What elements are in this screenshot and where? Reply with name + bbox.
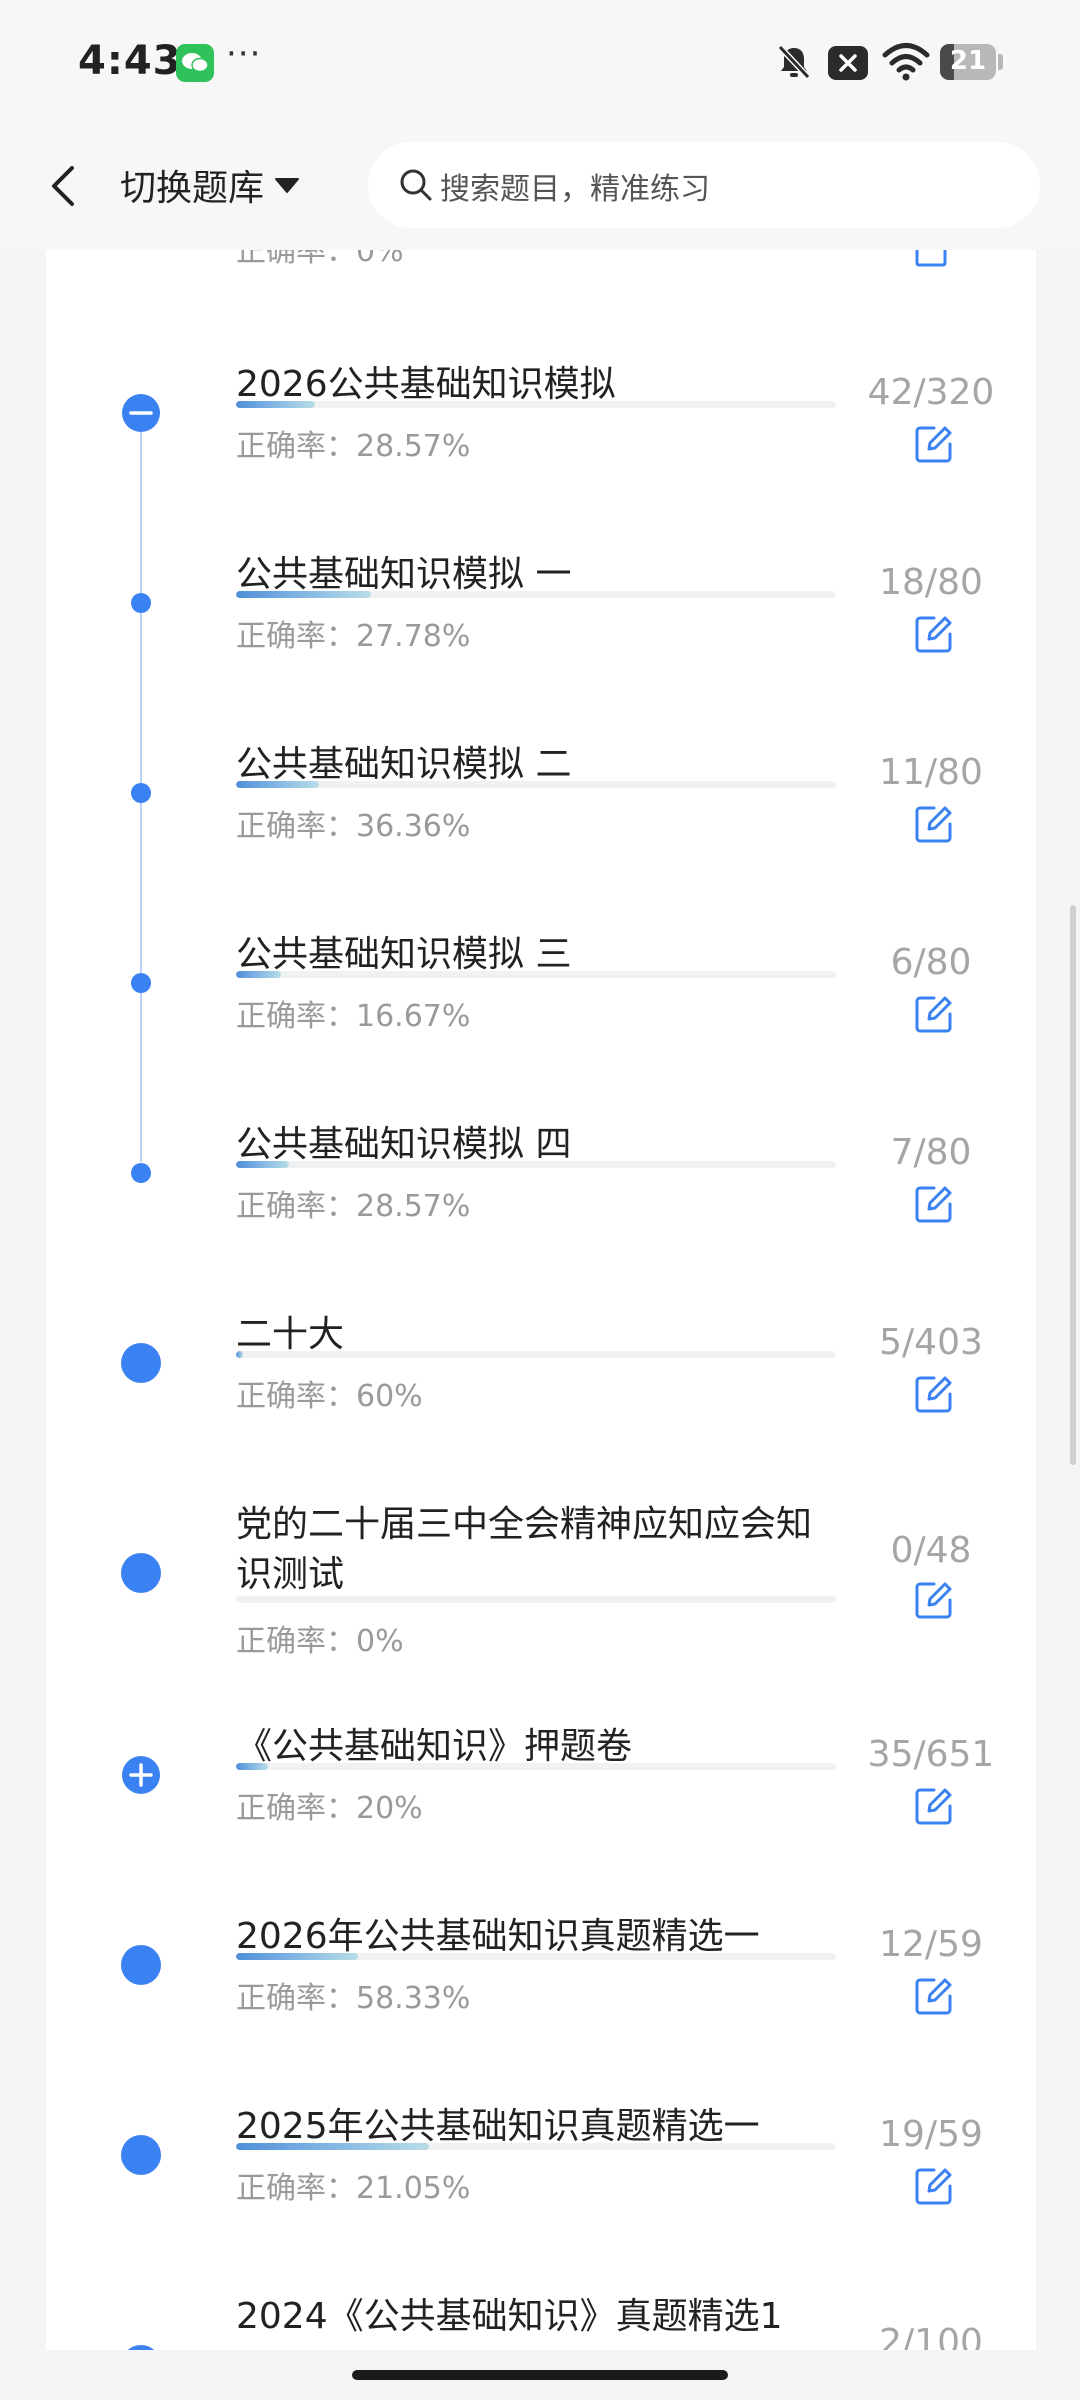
- progress-fill: [236, 781, 319, 788]
- question-bank-list: 正确率：0% 2026公共基础知识模拟 正确率：28.57% 42/320 公共基础知…: [46, 250, 1036, 2350]
- edit-icon[interactable]: [914, 1580, 954, 1620]
- back-arrow-icon: [52, 166, 74, 206]
- item-accuracy: 正确率：28.57%: [236, 429, 471, 464]
- list-item[interactable]: 2026年公共基础知识真题精选一 正确率：58.33% 12/59: [46, 1902, 1036, 2092]
- list-item[interactable]: 公共基础知识模拟 三正确率：16.67% 6/80: [46, 920, 1036, 1110]
- item-count: 12/59: [879, 1924, 983, 1965]
- search-icon: [400, 169, 432, 201]
- item-count: 6/80: [890, 942, 972, 983]
- list-item[interactable]: 公共基础知识模拟 二正确率：36.36% 11/80: [46, 730, 1036, 920]
- item-accuracy: 正确率：16.67%: [236, 999, 471, 1034]
- battery-tip: [998, 54, 1003, 70]
- progress-fill: [236, 1953, 358, 1960]
- progress-fill: [236, 1351, 244, 1358]
- progress-track: [236, 1351, 836, 1358]
- progress-track: [236, 591, 836, 598]
- progress-fill: [236, 971, 281, 978]
- item-title: 党的二十届三中全会精神应知应会知识测试: [236, 1504, 813, 1595]
- switch-question-bank-button[interactable]: 切换题库: [120, 160, 300, 210]
- more-notifications-indicator: ···: [226, 34, 262, 74]
- list-item[interactable]: 公共基础知识模拟 四正确率：28.57% 7/80: [46, 1110, 1036, 1300]
- item-accuracy: 正确率：60%: [236, 1379, 423, 1414]
- item-count: 35/651: [867, 1734, 995, 1775]
- edit-icon[interactable]: [914, 1976, 954, 2016]
- header-bar: 切换题库 搜索题目，精准练习: [0, 120, 1080, 250]
- edit-icon[interactable]: [914, 424, 954, 464]
- search-placeholder: 搜索题目，精准练习: [440, 172, 710, 207]
- list-item[interactable]: 《公共基础知识》押题卷 正确率：20% 35/651: [46, 1712, 1036, 1902]
- item-count: 42/320: [867, 372, 995, 413]
- list-item[interactable]: 公共基础知识模拟 一正确率：27.78% 18/80: [46, 540, 1036, 730]
- edit-icon[interactable]: [914, 1374, 954, 1414]
- timeline-dot: [131, 593, 151, 613]
- item-accuracy: 正确率：0%: [236, 1624, 404, 1659]
- edit-icon[interactable]: [914, 1786, 954, 1826]
- progress-track: [236, 401, 836, 408]
- bell-muted-icon: [774, 42, 814, 86]
- item-dot: [121, 1343, 161, 1383]
- timeline-dot: [131, 973, 151, 993]
- item-accuracy: 正确率：21.05%: [236, 2171, 471, 2206]
- progress-track: [236, 1596, 836, 1603]
- partial-item-accuracy: 正确率：0%: [236, 250, 404, 269]
- edit-icon[interactable]: [914, 1184, 954, 1224]
- progress-fill: [236, 1161, 289, 1168]
- battery-level: 21: [949, 46, 987, 76]
- timeline-dot: [131, 783, 151, 803]
- battery-icon: 21: [940, 44, 996, 80]
- progress-track: [236, 781, 836, 788]
- list-item[interactable]: 党的二十届三中全会精神应知应会知识测试正确率：0% 0/48: [46, 1490, 1036, 1712]
- back-button[interactable]: [40, 158, 90, 214]
- edit-icon[interactable]: [914, 614, 954, 654]
- timeline-dot: [131, 1163, 151, 1183]
- edit-icon[interactable]: [914, 250, 954, 268]
- item-count: 19/59: [879, 2114, 983, 2155]
- edit-icon[interactable]: [914, 2166, 954, 2206]
- list-item[interactable]: 2024《公共基础知识》真题精选1 2/100: [46, 2282, 1036, 2350]
- item-count: 2/100: [879, 2322, 983, 2350]
- item-accuracy: 正确率：20%: [236, 1791, 423, 1826]
- item-dot: [121, 1945, 161, 1985]
- expand-icon[interactable]: [120, 1754, 162, 1796]
- scrollbar[interactable]: [1070, 905, 1076, 1465]
- progress-fill: [236, 591, 371, 598]
- item-count: 11/80: [879, 752, 983, 793]
- item-accuracy: 正确率：36.36%: [236, 809, 471, 844]
- collapse-icon[interactable]: [120, 392, 162, 434]
- item-dot: [121, 2345, 161, 2350]
- close-box-icon: [828, 46, 868, 80]
- list-item[interactable]: 二十大 正确率：60% 5/403: [46, 1300, 1036, 1490]
- status-time: 4:43: [78, 38, 182, 84]
- search-input[interactable]: 搜索题目，精准练习: [368, 142, 1040, 228]
- progress-fill: [236, 2143, 430, 2150]
- switch-question-bank-label: 切换题库: [120, 168, 265, 209]
- item-dot: [121, 2135, 161, 2175]
- progress-track: [236, 1763, 836, 1770]
- progress-track: [236, 971, 836, 978]
- edit-icon[interactable]: [914, 804, 954, 844]
- list-item[interactable]: 2025年公共基础知识真题精选一 正确率：21.05% 19/59: [46, 2092, 1036, 2282]
- item-accuracy: 正确率：27.78%: [236, 619, 471, 654]
- progress-track: [236, 2143, 836, 2150]
- item-dot: [121, 1553, 161, 1593]
- status-bar: 4:43 ··· 21: [0, 0, 1080, 120]
- home-indicator[interactable]: [352, 2370, 728, 2380]
- progress-fill: [236, 401, 315, 408]
- progress-track: [236, 1953, 836, 1960]
- item-title: 2024《公共基础知识》真题精选1: [236, 2296, 783, 2337]
- item-count: 7/80: [890, 1132, 972, 1173]
- wifi-icon: [882, 42, 930, 86]
- caret-down-icon: [275, 178, 300, 193]
- item-count: 0/48: [890, 1530, 972, 1571]
- progress-track: [236, 1161, 836, 1168]
- item-accuracy: 正确率：28.57%: [236, 1189, 471, 1224]
- item-count: 5/403: [879, 1322, 983, 1363]
- progress-fill: [236, 1763, 269, 1770]
- list-item[interactable]: 2026公共基础知识模拟 正确率：28.57% 42/320: [46, 350, 1036, 540]
- item-count: 18/80: [879, 562, 983, 603]
- item-accuracy: 正确率：58.33%: [236, 1981, 471, 2016]
- wechat-icon: [176, 44, 214, 82]
- edit-icon[interactable]: [914, 994, 954, 1034]
